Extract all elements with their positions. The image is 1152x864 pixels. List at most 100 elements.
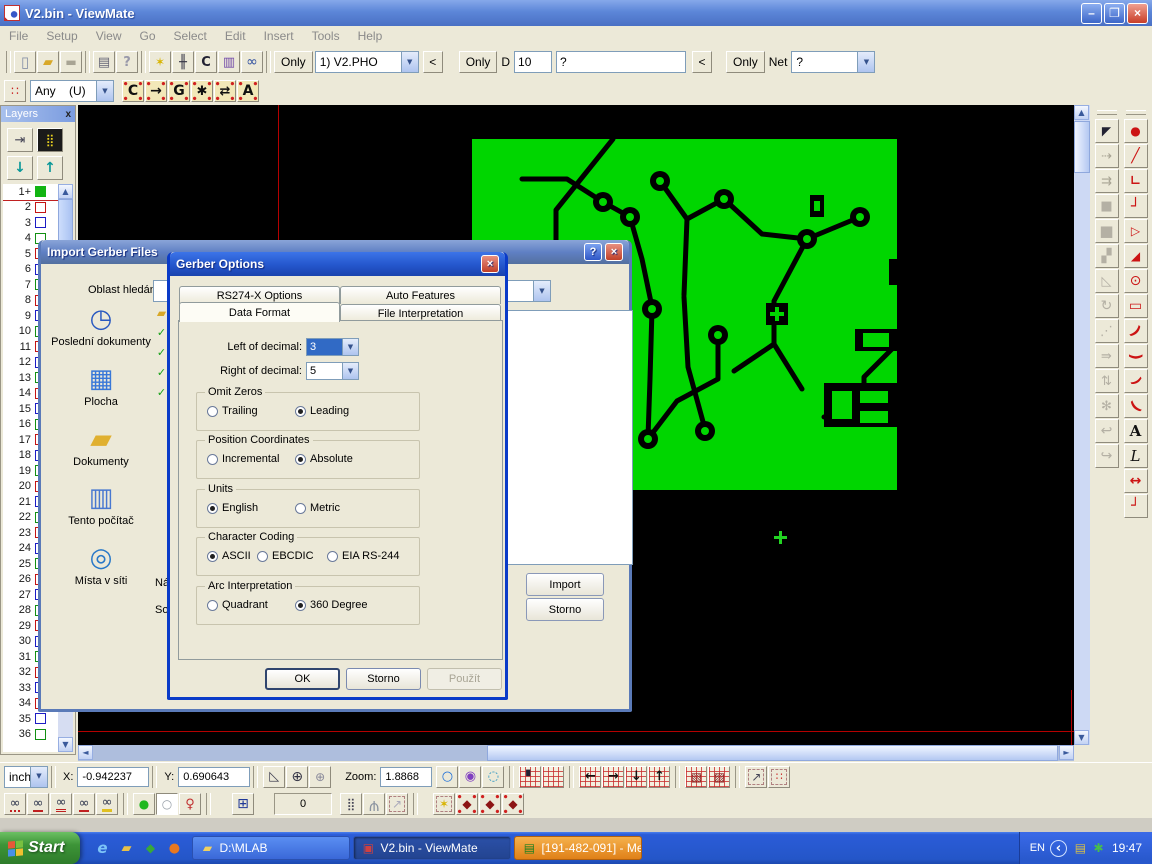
save-icon[interactable]: ▬ xyxy=(60,51,82,73)
only-net-button[interactable]: Only xyxy=(726,51,765,73)
layer-row-35[interactable]: 35 xyxy=(3,711,59,727)
filled-square-alt-icon[interactable]: ■ xyxy=(1095,219,1119,243)
tab-auto-features[interactable]: Auto Features xyxy=(340,286,501,304)
radio-360-degree[interactable]: 360 Degree xyxy=(295,599,368,611)
only-layer-button[interactable]: Only xyxy=(274,51,313,73)
aperture-flash-icon[interactable]: ✶ xyxy=(149,51,171,73)
documents-icon[interactable]: ▰ xyxy=(84,422,118,456)
radio-button-icon[interactable] xyxy=(207,454,218,465)
draw-line-icon[interactable]: ╱ xyxy=(1124,144,1148,168)
message-icon[interactable]: ▤ xyxy=(521,840,537,856)
draw-text-icon[interactable]: A xyxy=(1124,419,1148,443)
layers-panel-title[interactable]: Layers x xyxy=(1,106,75,122)
tab-data-format[interactable]: Data Format xyxy=(179,302,340,322)
glasses-measure-icon[interactable]: ∞ xyxy=(241,51,263,73)
draw-triangle-icon[interactable]: ◢ xyxy=(1124,244,1148,268)
task-v2-bin-viewmate[interactable]: ▣V2.bin - ViewMate xyxy=(353,836,511,860)
apply-button[interactable]: Použít xyxy=(427,668,502,690)
copy-dcode-icon[interactable]: ⇉ xyxy=(1095,169,1119,193)
scroll-up-icon[interactable]: ▲ xyxy=(1074,105,1089,120)
diamond-swap-icon[interactable]: ◆ xyxy=(479,793,501,815)
net-combo[interactable]: ? ▼ xyxy=(791,51,875,73)
menu-edit[interactable]: Edit xyxy=(216,27,255,45)
menu-help[interactable]: Help xyxy=(349,27,392,45)
open-folder-icon[interactable]: ▰ xyxy=(37,51,59,73)
grid-icon[interactable] xyxy=(542,766,564,788)
menu-setup[interactable]: Setup xyxy=(37,27,86,45)
layer-color-swatch[interactable] xyxy=(35,713,46,724)
tile-windows-icon[interactable]: ⊞ xyxy=(232,793,254,815)
draw-corner-icon[interactable]: ┘ xyxy=(1124,194,1148,218)
filled-square-icon[interactable]: ■ xyxy=(1095,194,1119,218)
draw-arc-dash-icon[interactable]: ) xyxy=(1124,369,1148,393)
layer-up-icon[interactable]: ↑ xyxy=(37,156,63,180)
vertical-scrollbar-thumb[interactable] xyxy=(1074,121,1090,173)
zoom-lens-icon[interactable]: ○ xyxy=(436,766,458,788)
snap-dashed-icon[interactable]: ↗ xyxy=(386,793,408,815)
horizontal-scrollbar[interactable]: ◄ ► xyxy=(78,745,1074,761)
start-button[interactable]: Start xyxy=(0,832,80,864)
scroll-up-icon[interactable]: ▲ xyxy=(58,184,73,199)
draw-label-icon[interactable]: L xyxy=(1124,444,1148,468)
scroll-down-icon[interactable]: ▼ xyxy=(58,737,73,752)
layer-combo[interactable]: 1) V2.PHO ▼ xyxy=(315,51,419,73)
toolbar-grip[interactable] xyxy=(1126,110,1146,115)
computer-icon[interactable]: ▥ xyxy=(84,481,118,515)
ok-button[interactable]: OK xyxy=(265,668,340,690)
draw-arc-ccw-icon[interactable]: ) xyxy=(1124,394,1148,418)
draw-circle-icon[interactable]: ⊙ xyxy=(1124,269,1148,293)
tray-collapse-icon[interactable]: ‹ xyxy=(1050,840,1067,857)
select-c-icon[interactable]: C xyxy=(122,80,144,102)
radio-english[interactable]: English xyxy=(207,502,295,514)
chevron-down-icon[interactable]: ▼ xyxy=(30,767,47,787)
place-m-sta-v-s-ti[interactable]: ◎Místa v síti xyxy=(51,541,151,589)
layer-row-3[interactable]: 3 xyxy=(3,215,59,231)
pan-down-icon[interactable]: ↓ xyxy=(625,766,647,788)
aperture-filter-combo[interactable]: Any (U) ▼ xyxy=(30,80,114,102)
grid-origin-icon[interactable]: ▘ xyxy=(519,766,541,788)
radio-ascii[interactable]: ASCII xyxy=(207,550,257,562)
radio-button-icon[interactable] xyxy=(295,600,306,611)
place-posledn-dokumenty[interactable]: ◷Poslední dokumenty xyxy=(51,302,151,350)
import-close-button[interactable]: × xyxy=(605,243,623,261)
dcode-input[interactable] xyxy=(514,51,552,73)
gerber-close-button[interactable]: × xyxy=(481,255,499,273)
layer-color-swatch[interactable] xyxy=(35,729,46,740)
import-cancel-button[interactable]: Storno xyxy=(526,598,604,621)
view-highlight-icon[interactable]: ∞ xyxy=(96,793,118,815)
flash-star-icon[interactable]: ✱ xyxy=(191,80,213,102)
radio-leading[interactable]: Leading xyxy=(295,405,349,417)
radio-button-icon[interactable] xyxy=(207,503,218,514)
vertical-scrollbar[interactable]: ▲ ▼ xyxy=(1074,105,1090,745)
desktop-icon[interactable]: ▦ xyxy=(84,362,118,396)
lamp-on-icon[interactable]: ● xyxy=(133,793,155,815)
radio-trailing[interactable]: Trailing xyxy=(207,405,295,417)
scroll-right-icon[interactable]: ► xyxy=(1059,745,1074,760)
layer-advance-icon[interactable]: ⇥ xyxy=(7,128,33,152)
radio-button-icon[interactable] xyxy=(207,551,218,562)
scroll-down-icon[interactable]: ▼ xyxy=(1074,730,1089,745)
pad-query-icon[interactable]: C xyxy=(195,51,217,73)
draw-rectangle-icon[interactable]: ▭ xyxy=(1124,294,1148,318)
text-a-icon[interactable]: A xyxy=(237,80,259,102)
unit-combo[interactable]: inch ▼ xyxy=(4,766,48,788)
gerber-dialog-titlebar[interactable]: Gerber Options × xyxy=(170,252,505,276)
pan-left-icon[interactable]: ← xyxy=(579,766,601,788)
dcode-query-input[interactable] xyxy=(556,51,686,73)
pan-up-icon[interactable]: ↑ xyxy=(648,766,670,788)
pan-right-icon[interactable]: → xyxy=(602,766,624,788)
anchor-icon[interactable]: Ψ xyxy=(363,793,385,815)
select-pointer-icon[interactable]: ◤ xyxy=(1095,119,1119,143)
radio-button-icon[interactable] xyxy=(327,551,338,562)
angle-measure-icon[interactable]: ◺ xyxy=(263,766,285,788)
draw-polyline-icon[interactable]: ∟ xyxy=(1124,169,1148,193)
scale-icon[interactable]: ⋰ xyxy=(1095,319,1119,343)
prev-dcode-button[interactable]: < xyxy=(692,51,712,73)
cancel-button[interactable]: Storno xyxy=(346,668,421,690)
draw-dimension-icon[interactable]: ↔ xyxy=(1124,469,1148,493)
restore-button[interactable]: ❐ xyxy=(1104,3,1125,24)
only-dcode-button[interactable]: Only xyxy=(459,51,498,73)
layer-row-1+[interactable]: 1+ xyxy=(3,184,59,200)
context-help-icon[interactable]: ? xyxy=(116,51,138,73)
menu-file[interactable]: File xyxy=(0,27,37,45)
